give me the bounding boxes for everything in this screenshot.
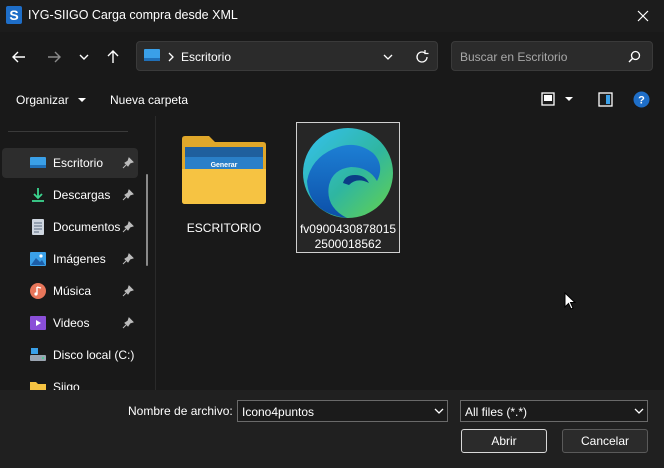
sidebar-item-label: Disco local (C:) [53,348,135,362]
sidebar-item-label: Música [53,284,92,298]
chevron-down-icon[interactable] [383,52,393,62]
sidebar-item-videos[interactable]: Videos [0,308,138,338]
caret-down-icon [565,97,574,101]
svg-text:?: ? [638,95,645,107]
folder-icon [30,382,46,390]
pin-icon[interactable] [122,317,134,329]
sidebar-item-escritorio[interactable]: Escritorio [2,148,138,178]
close-button[interactable] [622,0,664,32]
video-icon [30,316,46,330]
sidebar-item-musica[interactable]: Música [0,276,138,306]
filetype-value: All files (*.*) [465,405,528,419]
title-bar: S IYG-SIIGO Carga compra desde XML [0,0,664,32]
sidebar-item-label: Escritorio [53,156,104,170]
app-icon: S [6,6,22,24]
pin-icon[interactable] [122,157,134,169]
drive-icon [30,348,46,361]
filetype-select[interactable]: All files (*.*) [460,400,648,422]
music-icon [30,283,46,299]
file-name-line1: fv0900430878015 [299,222,397,236]
open-button[interactable]: Abrir [461,429,547,453]
edge-browser-icon [303,128,393,218]
file-name: ESCRITORIO [186,221,262,235]
view-options-button[interactable] [541,92,574,109]
pane-separator[interactable] [155,116,156,390]
forward-button[interactable] [40,43,68,71]
desktop-icon [30,157,46,168]
up-button[interactable] [99,43,127,71]
sidebar-item-label: Siigo [53,380,80,390]
organize-menu[interactable]: Organizar [16,93,87,107]
filename-value[interactable]: Icono4puntos [242,405,314,419]
folder-thumbnail-text: Generar [211,162,238,169]
address-bar[interactable]: Escritorio [136,41,438,71]
refresh-icon[interactable] [415,50,429,64]
cancel-button[interactable]: Cancelar [562,429,648,453]
search-input[interactable]: Buscar en Escritorio [460,50,567,64]
folder-icon: Generar [182,136,266,204]
arrow-up-icon [107,50,119,63]
caret-down-icon [78,98,87,102]
sidebar-item-label: Descargas [53,188,111,202]
sidebar-scrollbar[interactable] [146,174,148,266]
chevron-down-icon[interactable] [434,407,444,416]
pin-icon[interactable] [122,285,134,297]
new-folder-button[interactable]: Nueva carpeta [110,93,188,107]
help-button[interactable]: ? [633,91,650,111]
sidebar-item-label: Imágenes [53,252,106,266]
sidebar-divider [8,131,128,132]
desktop-icon [144,49,160,61]
search-icon[interactable] [628,50,641,63]
preview-pane-button[interactable] [598,92,613,110]
chevron-down-icon [634,408,644,414]
recent-locations-button[interactable] [70,43,98,71]
preview-pane-icon [598,92,613,107]
pin-icon[interactable] [122,221,134,233]
file-item-escritorio[interactable]: Generar ESCRITORIO [176,128,272,248]
image-icon [30,252,46,266]
sidebar-item-descargas[interactable]: Descargas [0,180,138,210]
sidebar-item-imagenes[interactable]: Imágenes [0,244,138,274]
filename-label: Nombre de archivo: [128,404,233,418]
arrow-right-icon [48,51,61,63]
window-title: IYG-SIIGO Carga compra desde XML [28,8,238,22]
address-path[interactable]: Escritorio [181,50,231,64]
chevron-right-icon [168,52,174,62]
filename-field[interactable]: Icono4puntos [237,400,448,422]
download-icon [32,188,44,202]
mouse-cursor [564,292,576,310]
file-name-line2: 2500018562 [314,237,382,251]
pin-icon[interactable] [122,253,134,265]
pin-icon[interactable] [122,189,134,201]
file-item-fv09004[interactable]: fv0900430878015 2500018562 [296,122,400,253]
view-icon [541,92,555,106]
chevron-down-icon [79,54,89,60]
organize-label: Organizar [16,93,69,107]
sidebar-item-label: Videos [53,316,90,330]
close-icon [637,10,649,22]
sidebar-item-documentos[interactable]: Documentos [0,212,138,242]
sidebar-item-siigo[interactable]: Siigo [0,372,138,390]
back-button[interactable] [5,43,33,71]
arrow-left-icon [12,51,25,63]
sidebar-item-disco-local[interactable]: Disco local (C:) [0,340,138,370]
search-box[interactable]: Buscar en Escritorio [451,41,653,71]
sidebar-item-label: Documentos [53,220,121,234]
document-icon [32,219,44,235]
help-icon: ? [633,91,650,108]
